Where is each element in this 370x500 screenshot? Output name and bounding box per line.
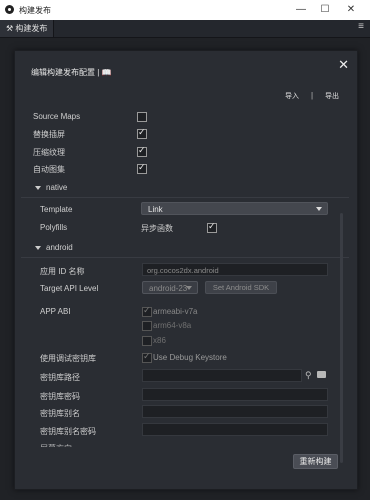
abi-x86-label: x86 xyxy=(153,336,166,345)
rebuild-button[interactable]: 重新构建 xyxy=(293,454,338,469)
chevron-down-icon xyxy=(35,185,41,190)
compress-texture-checkbox[interactable] xyxy=(137,145,147,157)
native-section-header[interactable]: native xyxy=(35,183,67,192)
native-section-label: native xyxy=(46,183,68,192)
screen-orientation-label: 屏幕方向 xyxy=(40,443,72,447)
abi-arm64-v8a-label: arm64-v8a xyxy=(153,321,192,330)
template-select[interactable]: Link xyxy=(141,202,328,215)
tab-label: 构建发布 xyxy=(15,24,48,33)
abi-armeabi-v7a-checkbox[interactable] xyxy=(142,305,152,317)
android-section-header[interactable]: android xyxy=(35,243,73,252)
minimize-button[interactable]: — xyxy=(293,3,309,17)
window-close-button[interactable]: ✕ xyxy=(343,3,359,17)
polyfills-label: Polyfills xyxy=(40,223,68,232)
header-separator: | xyxy=(311,91,314,100)
keystore-password-label: 密钥库密码 xyxy=(40,392,80,401)
source-maps-label: Source Maps xyxy=(33,112,81,121)
panel-menu-icon[interactable]: ≡ xyxy=(358,21,364,32)
export-button[interactable]: 导出 xyxy=(325,91,339,101)
abi-armeabi-v7a-label: armeabi-v7a xyxy=(153,307,198,316)
keystore-alias-input[interactable] xyxy=(142,405,328,418)
import-button[interactable]: 导入 xyxy=(285,91,299,101)
debug-keystore-label: 使用调试密钥库 xyxy=(40,354,96,363)
search-icon[interactable]: ⚲ xyxy=(305,370,312,381)
target-api-select[interactable]: android-23 xyxy=(142,281,198,294)
source-maps-checkbox[interactable] xyxy=(137,112,147,122)
abi-x86-checkbox[interactable] xyxy=(142,336,152,346)
dropdown-arrow-icon xyxy=(186,286,192,290)
keystore-path-label: 密钥库路径 xyxy=(40,373,80,382)
replace-splash-label: 替换插屏 xyxy=(33,130,65,139)
debug-keystore-option-label: Use Debug Keystore xyxy=(153,353,227,362)
abi-arm64-v8a-checkbox[interactable] xyxy=(142,321,152,331)
window-titlebar: 构建发布 — ☐ ✕ xyxy=(0,0,370,20)
folder-icon[interactable] xyxy=(317,371,326,378)
section-divider xyxy=(21,257,349,258)
alias-password-label: 密钥库别名密码 xyxy=(40,427,96,436)
book-icon: 📖 xyxy=(101,68,112,77)
target-api-value: android-23 xyxy=(149,284,188,293)
compress-texture-label: 压缩纹理 xyxy=(33,148,65,157)
build-config-dialog: 编辑构建发布配置 | 📖 ✕ 导入 | 导出 Source Maps 替换插屏 … xyxy=(14,50,358,490)
scrollbar[interactable] xyxy=(340,213,343,463)
auto-atlas-checkbox[interactable] xyxy=(137,162,147,174)
maximize-button[interactable]: ☐ xyxy=(317,3,333,17)
section-divider xyxy=(21,197,349,198)
dialog-close-icon[interactable]: ✕ xyxy=(338,57,349,73)
alias-password-input[interactable] xyxy=(142,423,328,436)
android-section-label: android xyxy=(46,243,73,252)
dialog-title-text: 编辑构建发布配置 | xyxy=(31,68,100,77)
replace-splash-checkbox[interactable] xyxy=(137,127,147,139)
dropdown-arrow-icon xyxy=(316,207,322,211)
debug-keystore-checkbox[interactable] xyxy=(142,351,152,363)
template-select-value: Link xyxy=(148,205,163,214)
async-functions-label: 异步函数 xyxy=(141,224,173,233)
template-label: Template xyxy=(40,205,73,214)
window-title: 构建发布 xyxy=(19,6,51,15)
app-abi-label: APP ABI xyxy=(40,307,71,316)
tab-icon: ⚒ xyxy=(6,24,16,33)
target-api-label: Target API Level xyxy=(40,284,99,293)
tab-strip: ⚒ 构建发布 ≡ xyxy=(0,20,370,38)
set-android-sdk-button[interactable]: Set Android SDK xyxy=(205,281,277,294)
app-logo-icon xyxy=(5,5,14,14)
tab-build[interactable]: ⚒ 构建发布 xyxy=(0,20,55,37)
keystore-path-input[interactable] xyxy=(142,369,302,382)
app-id-input[interactable]: org.cocos2dx.android xyxy=(142,263,328,276)
auto-atlas-label: 自动图集 xyxy=(33,165,65,174)
async-functions-checkbox[interactable] xyxy=(207,221,217,233)
keystore-alias-label: 密钥库别名 xyxy=(40,409,80,418)
chevron-down-icon xyxy=(35,245,41,250)
keystore-password-input[interactable] xyxy=(142,388,328,401)
app-id-label: 应用 ID 名称 xyxy=(40,267,85,276)
dialog-title: 编辑构建发布配置 | 📖 xyxy=(31,67,112,78)
